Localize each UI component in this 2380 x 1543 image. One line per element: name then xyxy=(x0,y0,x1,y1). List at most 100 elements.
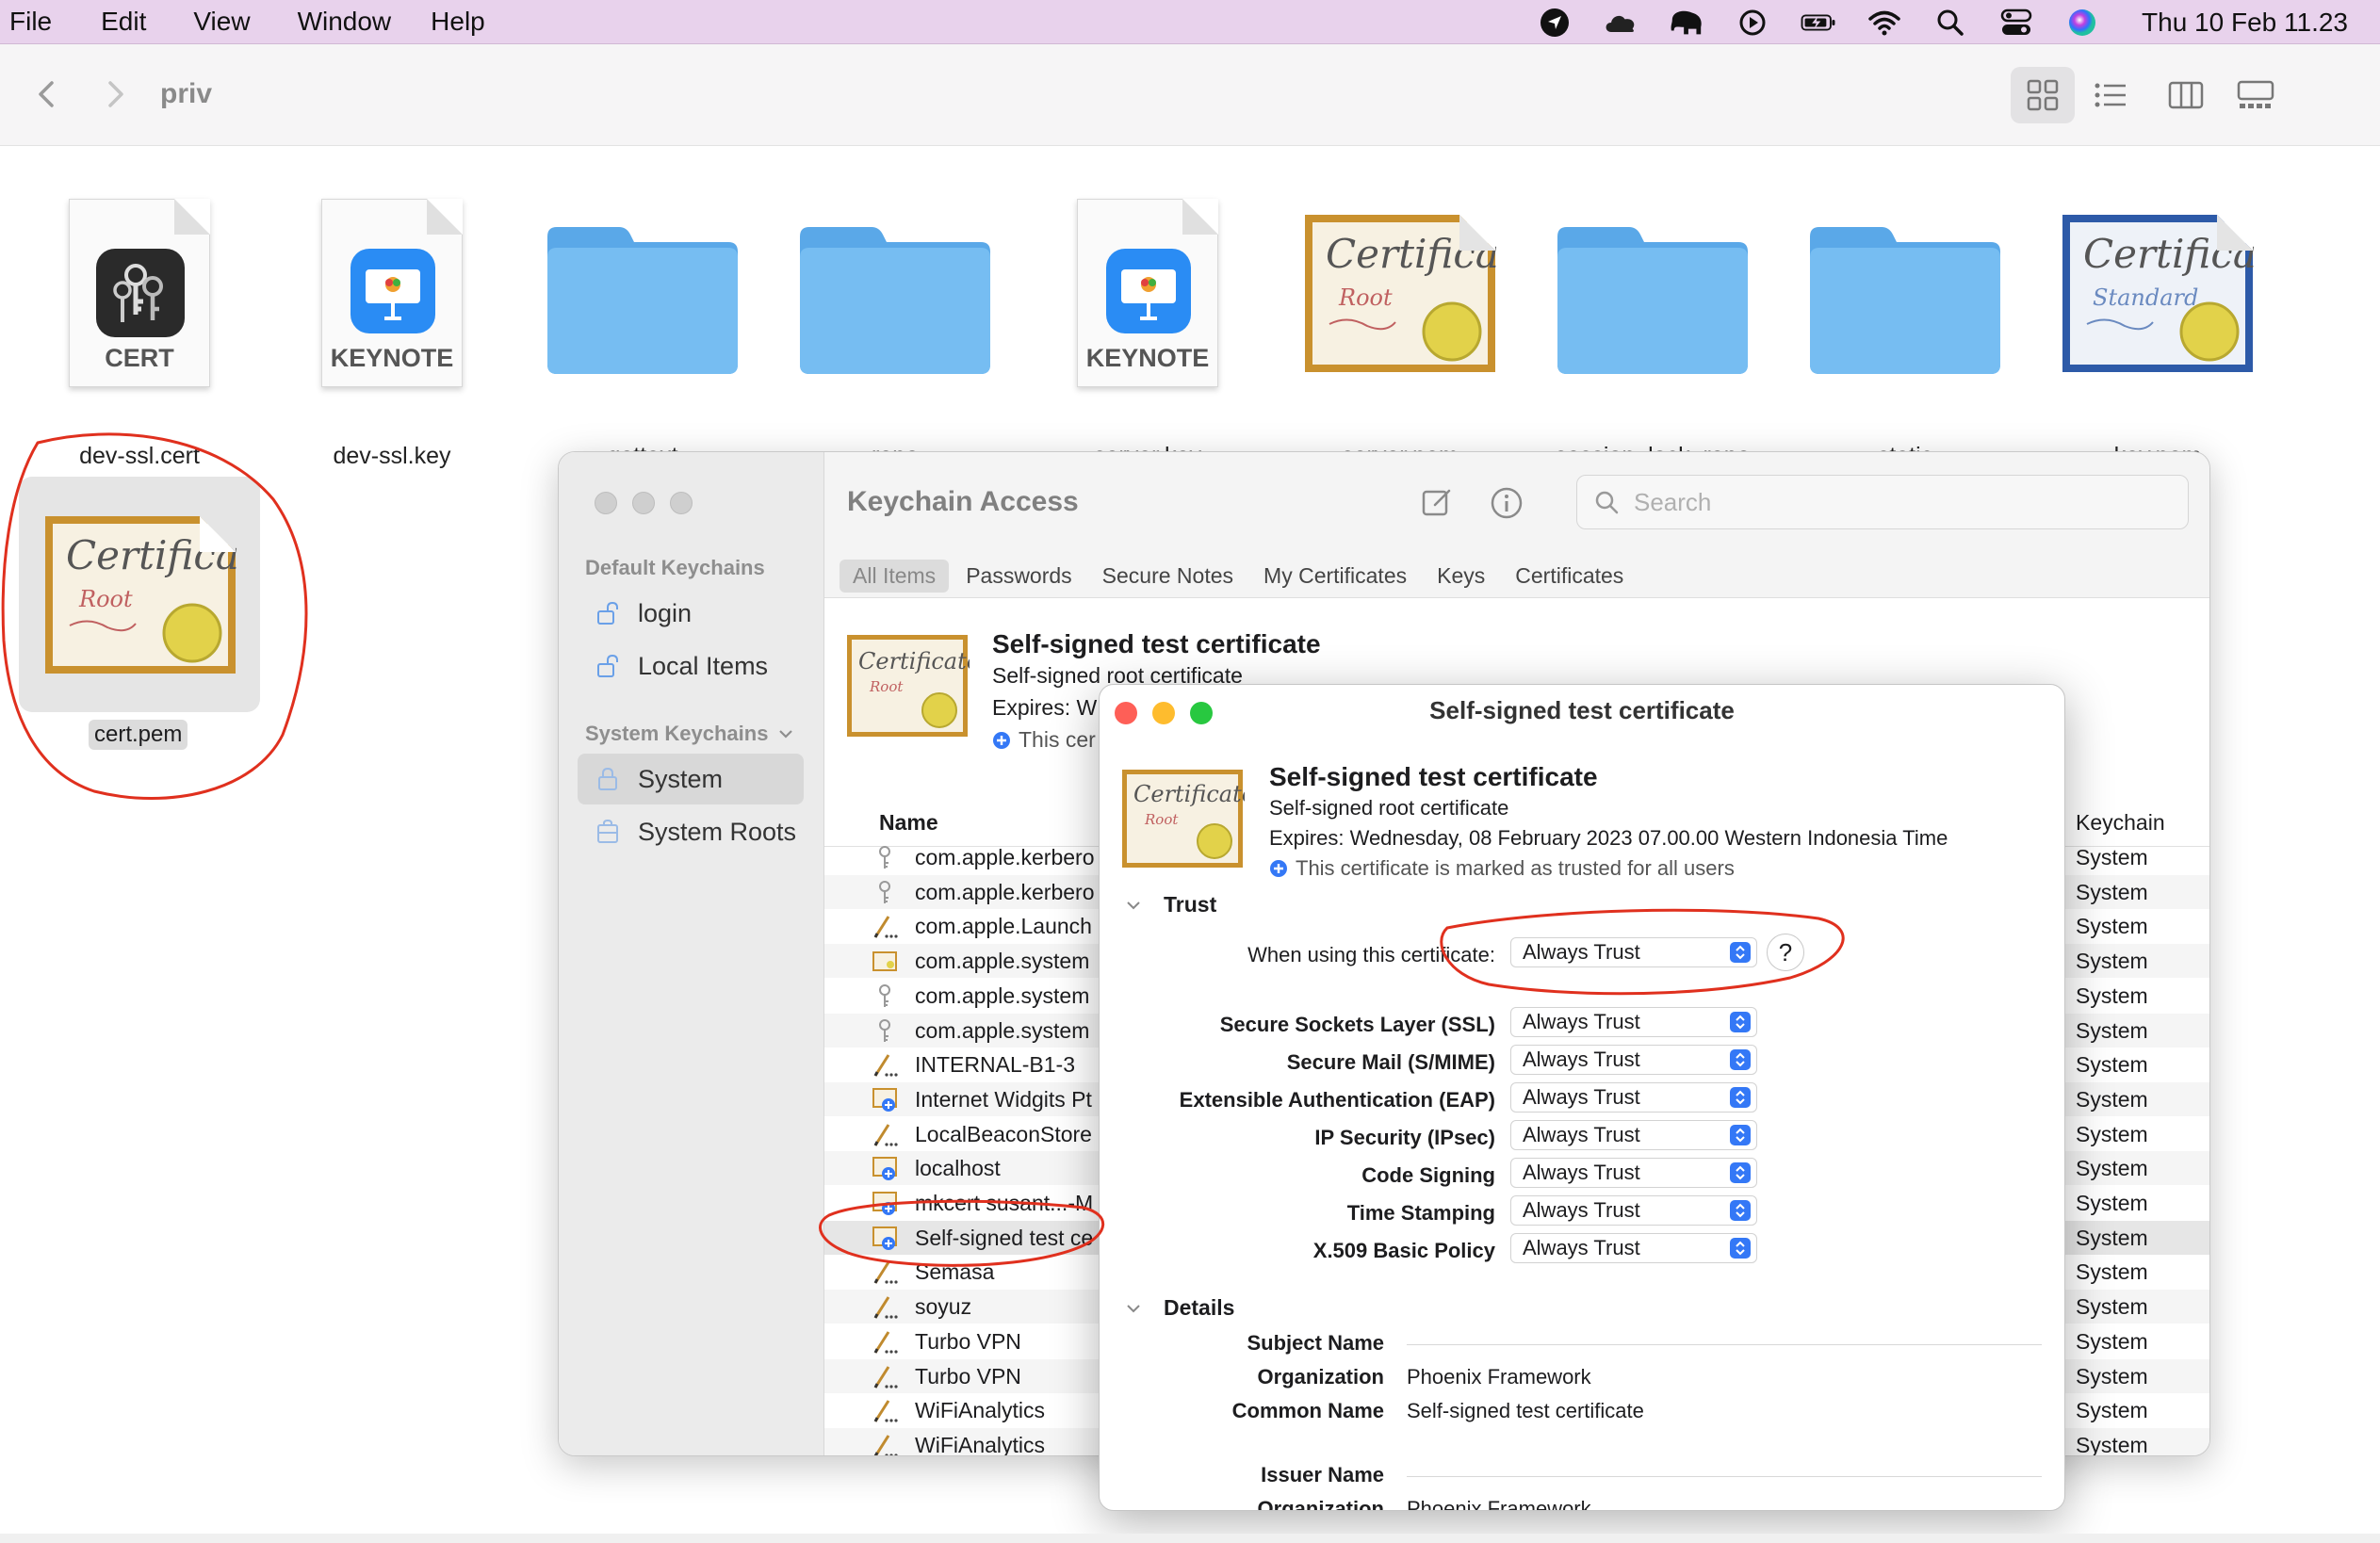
menu-edit[interactable]: Edit xyxy=(101,7,146,37)
pen-icon xyxy=(873,1435,898,1455)
certificate-root-icon: Certificate Root xyxy=(1122,770,1245,868)
row-name: WiFiAnalytics xyxy=(915,1398,1046,1423)
minimize-button[interactable] xyxy=(632,492,655,514)
control-center-icon[interactable] xyxy=(1998,5,2034,41)
key-icon xyxy=(879,1018,890,1042)
issuer-organization-value: Phoenix Framework xyxy=(1407,1497,1591,1511)
list-view-button[interactable] xyxy=(2078,67,2143,123)
certificate-expires: Expires: Wednesday, 08 February 2023 07.… xyxy=(1269,826,1948,850)
sidebar-item-system-roots[interactable]: System Roots xyxy=(578,806,804,857)
menubar-clock[interactable]: Thu 10 Feb 11.23 xyxy=(2142,8,2348,38)
menu-view[interactable]: View xyxy=(193,7,250,37)
column-view-button[interactable] xyxy=(2154,67,2218,123)
forward-chevron-icon[interactable] xyxy=(98,77,132,111)
policy-select[interactable]: Always Trust xyxy=(1510,1195,1757,1226)
select-value: Always Trust xyxy=(1523,1048,1640,1071)
policy-select[interactable]: Always Trust xyxy=(1510,1045,1757,1075)
location-arrow-icon[interactable] xyxy=(1537,5,1573,41)
elephant-icon[interactable] xyxy=(1669,5,1704,41)
trusted-certificate-icon xyxy=(872,1226,897,1250)
file-cert-pem-selected[interactable]: Certifica Root xyxy=(19,477,260,712)
tab-secure-notes[interactable]: Secure Notes xyxy=(1089,560,1247,593)
pen-icon xyxy=(873,1330,898,1354)
svg-text:Certificate: Certificate xyxy=(1133,781,1245,807)
when-using-select[interactable]: Always Trust xyxy=(1510,937,1757,967)
zoom-button[interactable] xyxy=(670,492,693,514)
policy-select[interactable]: Always Trust xyxy=(1510,1158,1757,1188)
tab-certificates[interactable]: Certificates xyxy=(1502,560,1637,593)
common-name-label: Common Name xyxy=(1231,1399,1384,1422)
list-view-icon xyxy=(2095,83,2126,107)
tab-keys[interactable]: Keys xyxy=(1424,560,1498,593)
padlock-cabinet-icon xyxy=(595,819,621,845)
file-icon-container xyxy=(1530,185,1775,401)
menu-window[interactable]: Window xyxy=(298,7,392,37)
system-keychains-header[interactable]: System Keychains xyxy=(585,722,794,746)
finder-toolbar: priv xyxy=(0,44,2380,146)
row-keychain: System xyxy=(2076,1259,2148,1285)
close-button[interactable] xyxy=(595,492,617,514)
folder-icon xyxy=(800,227,990,374)
file-icon-container xyxy=(773,185,1018,401)
select-arrows-icon xyxy=(1730,1125,1751,1145)
row-icon xyxy=(872,879,898,905)
info-icon[interactable] xyxy=(1490,486,1524,520)
menu-help[interactable]: Help xyxy=(431,7,485,37)
certificate-icon xyxy=(872,951,897,972)
column-header-keychain[interactable]: Keychain xyxy=(2076,810,2165,836)
wifi-icon[interactable] xyxy=(1867,5,1902,41)
compose-icon[interactable] xyxy=(1420,486,1454,520)
search-icon[interactable] xyxy=(1932,5,1968,41)
keynote-document-icon: KEYNOTE xyxy=(1077,199,1218,387)
sidebar-item-label: System Roots xyxy=(638,817,797,846)
play-circle-icon[interactable] xyxy=(1735,5,1770,41)
cloud-icon[interactable] xyxy=(1603,5,1638,41)
svg-text:Root: Root xyxy=(1144,811,1179,828)
select-arrows-icon xyxy=(1730,1162,1751,1183)
row-keychain: System xyxy=(2076,1156,2148,1181)
menu-file[interactable]: File xyxy=(9,7,52,37)
system-keychains-label: System Keychains xyxy=(585,722,769,745)
padlock-icon xyxy=(595,766,621,792)
icon-view-button[interactable] xyxy=(2011,67,2075,123)
sidebar-item-local-items[interactable]: Local Items xyxy=(578,641,804,691)
sidebar-item-login[interactable]: login xyxy=(578,588,804,639)
details-section-toggle[interactable]: Details xyxy=(1124,1295,1234,1321)
gallery-view-button[interactable] xyxy=(2224,67,2288,123)
column-header-name[interactable]: Name xyxy=(879,810,938,836)
svg-text:Standard: Standard xyxy=(2093,284,2198,311)
tab-my-certificates[interactable]: My Certificates xyxy=(1250,560,1420,593)
tab-all-items[interactable]: All Items xyxy=(840,559,950,593)
pen-icon xyxy=(873,1296,898,1319)
policy-select[interactable]: Always Trust xyxy=(1510,1120,1757,1150)
select-arrows-icon xyxy=(1730,1200,1751,1221)
siri-icon[interactable] xyxy=(2064,5,2100,41)
tab-passwords[interactable]: Passwords xyxy=(953,560,1084,593)
keychain-app-icon xyxy=(96,249,185,337)
row-name: com.apple.system xyxy=(915,1017,1090,1043)
selected-file-name[interactable]: cert.pem xyxy=(89,720,188,750)
row-name: localhost xyxy=(915,1156,1001,1181)
certificate-standard-icon: CertificaStandard xyxy=(2062,214,2257,372)
policy-select[interactable]: Always Trust xyxy=(1510,1233,1757,1263)
battery-charging-icon[interactable] xyxy=(1801,5,1836,41)
sidebar-item-system[interactable]: System xyxy=(578,754,804,804)
svg-text:Root: Root xyxy=(78,586,133,612)
search-field[interactable]: Search xyxy=(1576,475,2189,529)
help-button[interactable]: ? xyxy=(1767,934,1804,971)
trust-section-toggle[interactable]: Trust xyxy=(1124,892,1216,918)
back-chevron-icon[interactable] xyxy=(30,77,64,111)
certificate-root-icon: CertificaRoot xyxy=(1305,214,1499,372)
select-arrows-icon xyxy=(1730,1238,1751,1259)
icon-view-icon xyxy=(2027,79,2059,111)
sidebar-item-label: Local Items xyxy=(638,651,769,680)
item-trust-status: This cer xyxy=(992,727,1096,753)
row-keychain: System xyxy=(2076,983,2148,1008)
policy-select[interactable]: Always Trust xyxy=(1510,1007,1757,1037)
row-keychain: System xyxy=(2076,1328,2148,1354)
row-keychain: System xyxy=(2076,1225,2148,1250)
policy-select[interactable]: Always Trust xyxy=(1510,1082,1757,1113)
column-view-icon xyxy=(2168,81,2204,109)
select-arrows-icon xyxy=(1730,1049,1751,1070)
keychain-sidebar: Default Keychains login Local Items Syst… xyxy=(559,452,824,1455)
